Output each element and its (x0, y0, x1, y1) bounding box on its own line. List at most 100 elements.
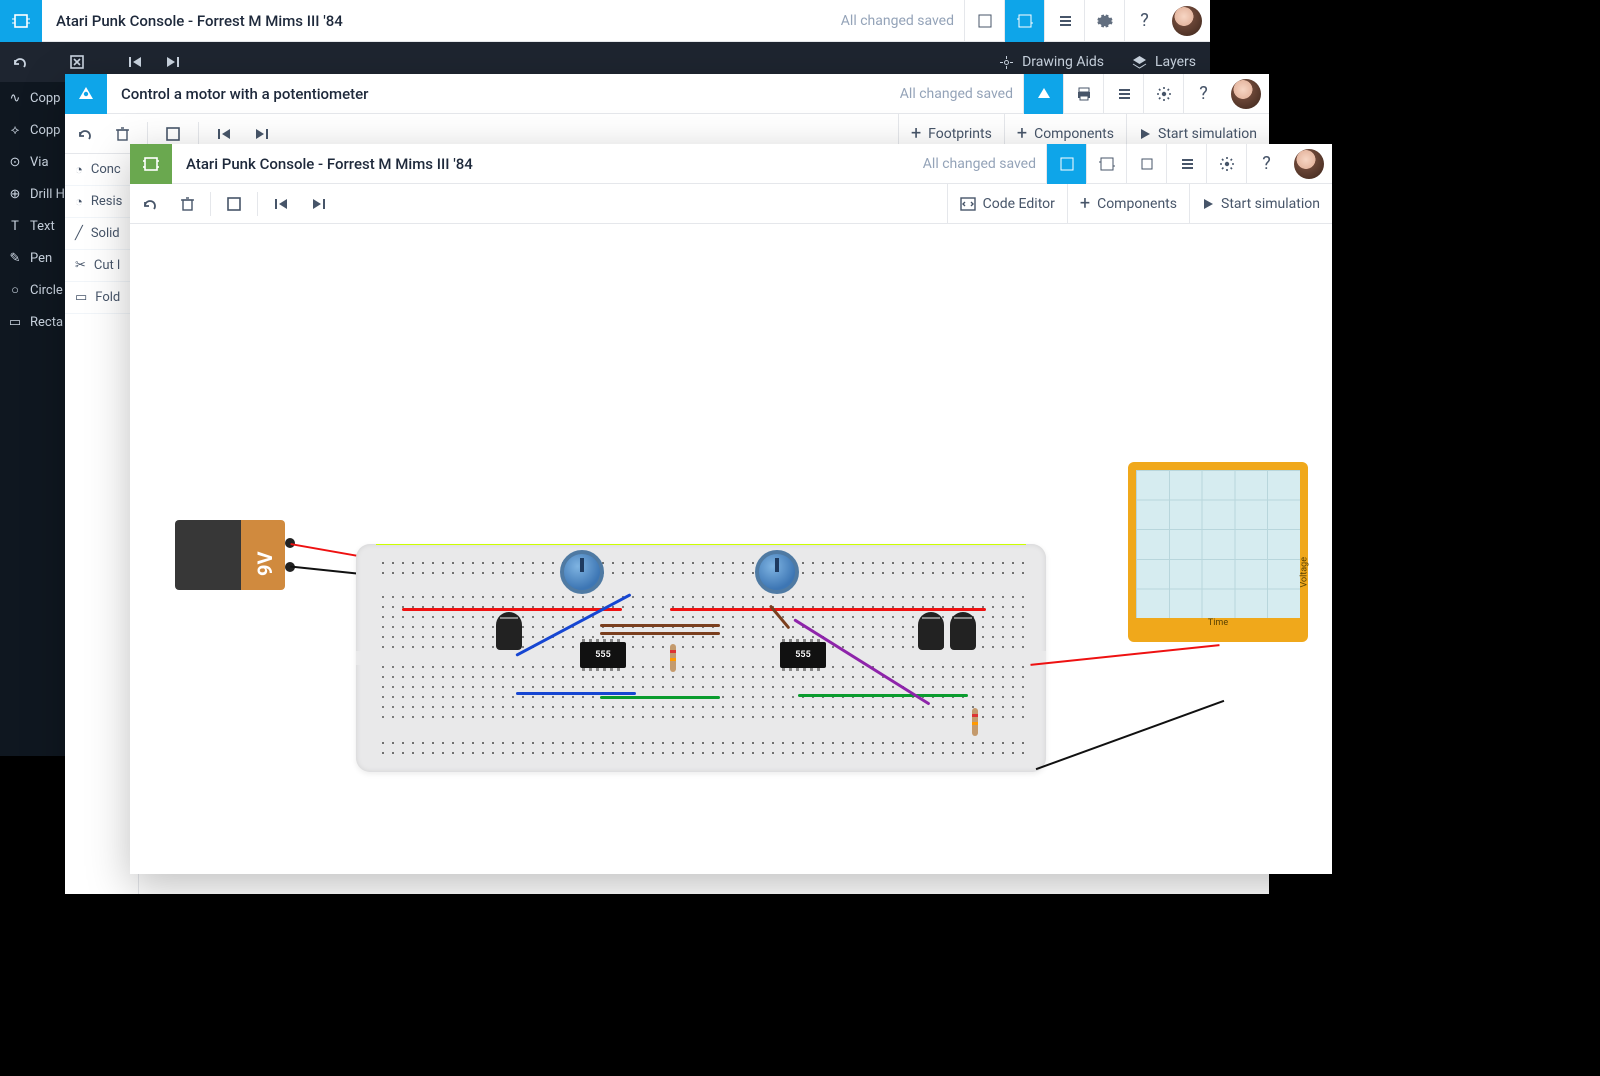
component-ic-555-2[interactable]: 555 (780, 642, 826, 668)
tool-sidebar: ∿ Copp ⟡Copp ⊙ Via ⊕Drill H T Text ✎Pen ○Ci… (0, 82, 74, 756)
chip-label: 555 (595, 650, 610, 660)
start-simulation-button[interactable]: Start simulation (1189, 184, 1332, 224)
undo-icon[interactable] (0, 42, 38, 82)
via-icon: ⊙ (8, 155, 22, 170)
sidebar-item-circle[interactable]: ○Circle (0, 274, 74, 306)
wire-red[interactable] (670, 608, 986, 611)
avatar[interactable] (1294, 149, 1324, 179)
prev-icon[interactable] (262, 184, 300, 224)
sidebar-item-copper-fill[interactable]: ⟡Copp (0, 114, 74, 146)
breadboard-view-icon[interactable] (1046, 144, 1086, 184)
start-sim-label: Start simulation (1221, 196, 1320, 212)
start-sim-label: Start simulation (1158, 126, 1257, 142)
avatar[interactable] (1231, 79, 1261, 109)
battery-label: 9V (253, 551, 277, 576)
gear-icon[interactable] (1206, 144, 1246, 184)
wire-brown[interactable] (600, 632, 720, 635)
component-oscilloscope[interactable]: Time Voltage (1128, 462, 1308, 642)
components-button[interactable]: +Components (1067, 184, 1189, 224)
app-icon-pcb (0, 0, 42, 42)
component-capacitor-3[interactable] (950, 612, 976, 650)
app-icon-schematic (65, 74, 107, 114)
drawing-aids-label: Drawing Aids (1022, 54, 1104, 70)
project-title: Atari Punk Console - Forrest M Mims III … (172, 155, 913, 173)
fit-to-screen-icon[interactable] (215, 184, 253, 224)
sidebar-item-label: Solid (91, 226, 120, 241)
drill-icon: ⊕ (8, 187, 22, 202)
component-resistor-1[interactable] (670, 644, 676, 672)
list-icon[interactable] (1166, 144, 1206, 184)
code-editor-button[interactable]: Code Editor (947, 184, 1067, 224)
sidebar-item-label: Pen (30, 251, 52, 266)
sidebar-item-label: Copp (30, 123, 60, 138)
layers-label: Layers (1155, 54, 1196, 70)
sidebar-item-label: Circle (30, 283, 63, 298)
wire-scope-ground[interactable] (1036, 700, 1225, 770)
wire-blue[interactable] (516, 692, 636, 695)
schematic-view-icon[interactable] (1086, 144, 1126, 184)
text-icon: T (8, 219, 22, 234)
breadboard-canvas[interactable]: 9V 555 555 (130, 224, 1332, 874)
list-icon[interactable] (1103, 74, 1143, 114)
sidebar-item-label: Cut l (94, 258, 120, 273)
trace-icon: ∿ (8, 91, 22, 106)
sidebar-item-conductor[interactable]: ◔Conc (65, 154, 138, 186)
gear-icon[interactable] (1084, 0, 1124, 42)
chip-label: 555 (795, 650, 810, 660)
undo-icon[interactable] (130, 184, 168, 224)
save-status: All changed saved (913, 156, 1046, 172)
sidebar-item-cut[interactable]: ✂ Cut l (65, 250, 138, 282)
scissors-icon: ✂ (75, 258, 86, 273)
sidebar-item-via[interactable]: ⊙ Via (0, 146, 74, 178)
schematic-view-icon[interactable] (1023, 74, 1063, 114)
component-capacitor-2[interactable] (918, 612, 944, 650)
component-potentiometer-1[interactable] (560, 550, 604, 594)
sidebar-item-rect[interactable]: ▭Recta (0, 306, 74, 338)
components-label: Components (1034, 126, 1114, 142)
component-potentiometer-2[interactable] (755, 550, 799, 594)
wire-brown[interactable] (600, 624, 720, 627)
view-layout-icon[interactable] (964, 0, 1004, 42)
wire-green[interactable] (600, 696, 720, 699)
book-icon: ▭ (75, 290, 87, 305)
list-icon[interactable] (1044, 0, 1084, 42)
help-icon[interactable]: ? (1183, 74, 1223, 114)
sidebar-item-drill[interactable]: ⊕Drill H (0, 178, 74, 210)
sidebar-item-resistor[interactable]: ◔ Resis (65, 186, 138, 218)
component-resistor-2[interactable] (972, 708, 978, 736)
sidebar-item-pen[interactable]: ✎Pen (0, 242, 74, 274)
component-battery-9v[interactable]: 9V (175, 520, 285, 590)
sidebar-item-label: Copp (30, 91, 60, 106)
avatar[interactable] (1172, 6, 1202, 36)
project-title: Control a motor with a potentiometer (107, 85, 890, 103)
pcb-view-icon[interactable] (1126, 144, 1166, 184)
gear-icon[interactable] (1143, 74, 1183, 114)
scope-ylabel: Voltage (1300, 557, 1310, 588)
help-icon[interactable]: ? (1246, 144, 1286, 184)
sidebar-item-solid[interactable]: ╱Solid (65, 218, 138, 250)
print-icon[interactable] (1063, 74, 1103, 114)
sidebar-item-copper-trace[interactable]: ∿ Copp (0, 82, 74, 114)
wire-green[interactable] (798, 694, 968, 697)
wire-scope-signal[interactable] (1030, 644, 1219, 666)
sidebar-item-label: Resis (91, 194, 122, 209)
scope-xlabel: Time (1136, 618, 1300, 628)
sidebar-item-text[interactable]: T Text (0, 210, 74, 242)
help-icon[interactable]: ? (1124, 0, 1164, 42)
sidebar-item-label: Text (30, 219, 55, 234)
sidebar-item-label: Via (30, 155, 49, 170)
sidebar-item-label: Fold (95, 290, 120, 305)
sidebar-item-fold[interactable]: ▭ Fold (65, 282, 138, 314)
trash-icon[interactable] (168, 184, 206, 224)
component-ic-555-1[interactable]: 555 (580, 642, 626, 668)
save-status: All changed saved (831, 13, 964, 29)
save-status: All changed saved (890, 86, 1023, 102)
component-capacitor-1[interactable] (496, 612, 522, 650)
view-board-icon[interactable] (1004, 0, 1044, 42)
wire-red[interactable] (402, 608, 622, 611)
drop-icon: ◔ (75, 194, 83, 210)
undo-icon[interactable] (65, 114, 103, 154)
component-breadboard[interactable] (356, 544, 1046, 772)
next-icon[interactable] (300, 184, 338, 224)
sidebar-item-label: Recta (30, 315, 63, 330)
